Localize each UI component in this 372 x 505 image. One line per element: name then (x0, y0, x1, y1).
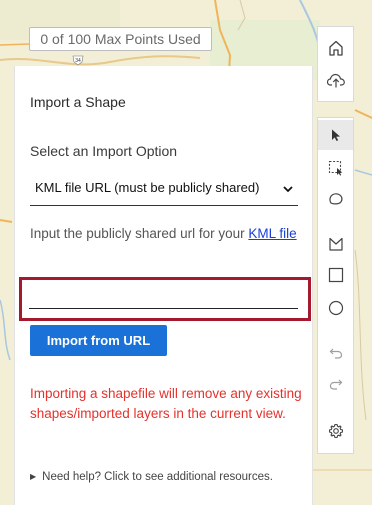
svg-text:34: 34 (75, 58, 81, 64)
polyline-tool-button[interactable] (318, 229, 353, 259)
import-option-select[interactable]: KML file URL (must be publicly shared) (30, 172, 298, 206)
import-shape-panel: Import a Shape Select an Import Option K… (14, 66, 313, 505)
panel-title: Import a Shape (30, 94, 126, 110)
kml-file-link[interactable]: KML file (248, 226, 296, 241)
rectangle-tool-button[interactable] (318, 260, 353, 290)
marquee-select-button[interactable] (318, 153, 353, 183)
import-option-label: Select an Import Option (30, 143, 178, 159)
map-nav-toolbar (317, 26, 354, 102)
need-help-disclosure[interactable]: ▶ Need help? Click to see additional reso… (30, 471, 273, 483)
url-help-text-body: Input the publicly shared url for your (30, 226, 249, 241)
import-from-url-button[interactable]: Import from URL (30, 325, 167, 356)
chevron-down-icon (283, 186, 293, 193)
settings-icon (328, 423, 343, 439)
settings-button[interactable] (318, 416, 353, 446)
rectangle-icon (328, 267, 343, 283)
import-option-value: KML file URL (must be publicly shared) (35, 180, 260, 195)
disclosure-triangle-icon: ▶ (30, 472, 37, 481)
kml-url-input[interactable] (29, 284, 298, 309)
marquee-select-icon (328, 160, 342, 176)
points-used-badge: 0 of 100 Max Points Used (29, 27, 212, 51)
redo-button[interactable] (318, 369, 353, 399)
redo-icon (329, 379, 342, 390)
need-help-label: Need help? Click to see additional resou… (42, 471, 273, 483)
select-arrow-icon (331, 129, 340, 141)
import-warning-text: Importing a shapefile will remove any ex… (30, 386, 302, 421)
home-button[interactable] (318, 33, 353, 63)
drawing-toolbar (317, 117, 354, 454)
upload-button[interactable] (318, 65, 353, 95)
undo-icon (329, 348, 342, 359)
circle-icon (328, 300, 343, 316)
upload-cloud-icon (326, 73, 345, 88)
lasso-tool-button[interactable] (318, 184, 353, 214)
polyline-icon (328, 237, 343, 251)
circle-tool-button[interactable] (318, 293, 353, 323)
lasso-icon (328, 193, 343, 205)
url-help-text: Input the publicly shared url for your K… (30, 224, 302, 244)
select-tool-button[interactable] (318, 120, 353, 150)
home-icon (328, 40, 343, 56)
undo-button[interactable] (318, 338, 353, 368)
